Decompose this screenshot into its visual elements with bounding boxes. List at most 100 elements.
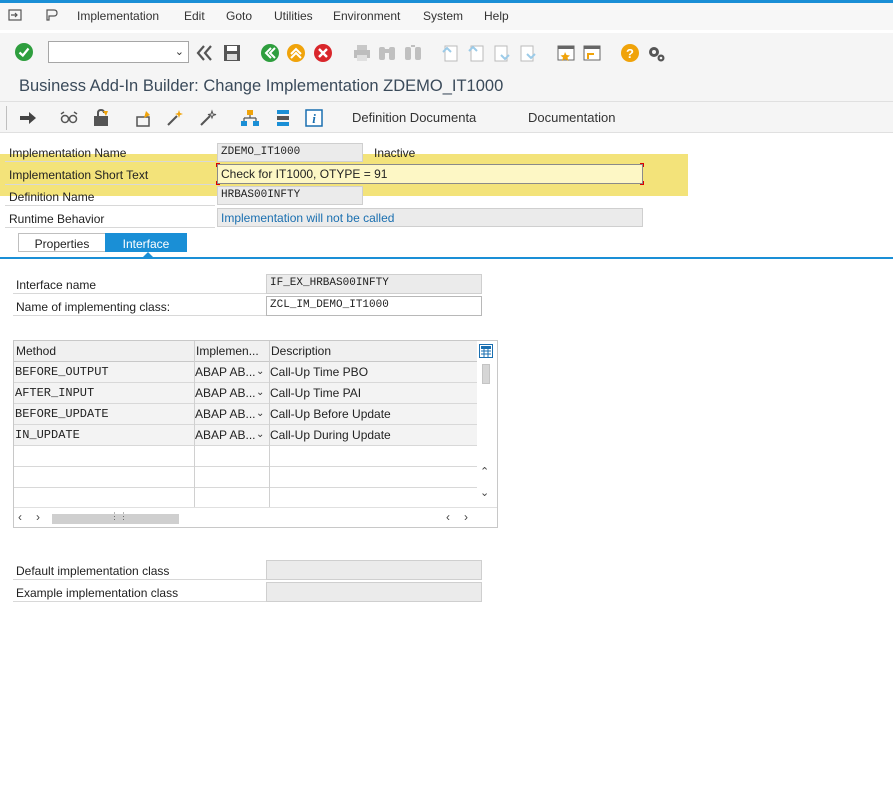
stack-layers-icon[interactable] [273, 108, 293, 128]
tab-interface[interactable]: Interface [105, 233, 187, 252]
tab-underline [0, 257, 893, 259]
table-row[interactable]: AFTER_INPUT [14, 383, 194, 404]
scroll-down-icon[interactable]: ⌄ [480, 486, 489, 499]
hierarchy-icon[interactable] [240, 108, 260, 128]
generate-shortcut-icon[interactable] [582, 43, 602, 63]
svg-text:?: ? [626, 46, 634, 61]
exit-icon[interactable] [286, 43, 306, 63]
last-page-icon[interactable] [518, 43, 538, 63]
impl-type-cell: ABAP AB... [195, 365, 256, 379]
chevron-down-icon[interactable]: ⌄ [256, 429, 264, 440]
cancel-icon[interactable] [313, 43, 333, 63]
column-settings-icon[interactable] [479, 344, 493, 358]
vertical-scrollbar[interactable]: ⌃ ⌄ [479, 362, 497, 507]
description-cell: Call-Up Time PBO [269, 362, 477, 383]
focus-corner [640, 181, 644, 185]
table-row[interactable]: BEFORE_OUTPUT [14, 362, 194, 383]
description-cell: Call-Up Time PAI [269, 383, 477, 404]
documentation-button[interactable]: Documentation [528, 110, 615, 125]
menu-implementation[interactable]: Implementation [77, 9, 159, 23]
column-header-method[interactable]: Method [14, 341, 194, 362]
info-icon[interactable]: i [304, 108, 324, 128]
display-change-glasses-icon[interactable] [59, 108, 79, 128]
def-name-label: Definition Name [9, 190, 95, 204]
tab-strip: Properties Interface [0, 233, 893, 259]
other-object-arrow-icon[interactable] [18, 108, 38, 128]
scroll-left-icon[interactable]: ‹ [446, 510, 450, 524]
scroll-right-icon[interactable]: › [464, 510, 468, 524]
column-header-implementation[interactable]: Implemen... [194, 341, 269, 362]
first-page-icon[interactable] [440, 43, 460, 63]
chevron-down-icon[interactable]: ⌄ [256, 366, 264, 377]
help-icon[interactable]: ? [620, 43, 640, 63]
menu-utilities[interactable]: Utilities [274, 9, 313, 23]
scroll-left-icon[interactable]: ‹ [18, 510, 22, 524]
focus-corner [216, 163, 220, 167]
chevron-down-icon[interactable]: ⌄ [256, 387, 264, 398]
enter-check-icon[interactable] [14, 42, 34, 62]
empty-row[interactable] [14, 467, 477, 488]
impl-type-cell: ABAP AB... [195, 428, 256, 442]
svg-text:i: i [312, 111, 316, 126]
definition-documentation-button[interactable]: Definition Documenta [352, 110, 476, 125]
description-cell: Call-Up During Update [269, 425, 477, 446]
menu-environment[interactable]: Environment [333, 9, 400, 23]
previous-page-icon[interactable] [466, 43, 486, 63]
scroll-right-icon[interactable]: › [36, 510, 40, 524]
tab-properties[interactable]: Properties [18, 233, 106, 252]
column-header-method-label: Method [16, 344, 57, 358]
runtime-field: Implementation will not be called [217, 208, 643, 227]
impl-class-input[interactable]: ZCL_IM_DEMO_IT1000 [266, 296, 482, 316]
method-cell: BEFORE_UPDATE [15, 407, 109, 421]
chevron-down-icon[interactable]: ⌄ [175, 45, 184, 58]
save-icon[interactable] [222, 43, 242, 63]
def-name-value: HRBAS00INFTY [221, 189, 301, 201]
active-tab-pointer [142, 252, 154, 258]
column-divider [269, 341, 270, 507]
menu-edit[interactable]: Edit [184, 9, 205, 23]
check-icon[interactable] [134, 108, 154, 128]
vertical-scroll-thumb[interactable] [482, 364, 490, 384]
menu-exit-icon[interactable] [8, 9, 22, 21]
empty-row[interactable] [14, 488, 477, 509]
menu-system[interactable]: System [423, 9, 463, 23]
column-divider [194, 341, 195, 507]
settings-gear-icon[interactable] [646, 43, 666, 63]
double-chevron-left-icon[interactable] [195, 43, 215, 63]
column-header-description[interactable]: Description [269, 341, 477, 362]
impl-name-value: ZDEMO_IT1000 [221, 146, 301, 158]
activate-icon[interactable] [91, 108, 111, 128]
column-header-implementation-label: Implemen... [196, 344, 259, 358]
description-text: Call-Up Time PBO [270, 365, 369, 379]
table-row[interactable]: IN_UPDATE [14, 425, 194, 446]
back-icon[interactable] [260, 43, 280, 63]
menu-goto[interactable]: Goto [226, 9, 252, 23]
method-cell: IN_UPDATE [15, 428, 80, 442]
impl-class-label: Name of implementing class: [16, 300, 171, 314]
table-row[interactable]: BEFORE_UPDATE [14, 404, 194, 425]
menu-bar: Implementation Edit Goto Utilities Envir… [0, 3, 893, 30]
print-icon[interactable] [352, 43, 372, 63]
def-name-field: HRBAS00INFTY [217, 186, 363, 205]
wizard-icon[interactable] [198, 108, 218, 128]
empty-row[interactable] [14, 446, 477, 467]
customize-layout-icon[interactable] [45, 9, 59, 21]
next-page-icon[interactable] [492, 43, 512, 63]
default-class-label: Default implementation class [16, 564, 170, 578]
description-text: Call-Up During Update [270, 428, 391, 442]
horizontal-scroll-thumb[interactable]: ⋮⋮ [52, 511, 179, 524]
menu-help[interactable]: Help [484, 9, 509, 23]
column-header-description-label: Description [271, 344, 332, 358]
horizontal-scrollbar[interactable]: ‹ › ⋮⋮ ‹ › [14, 507, 497, 527]
method-cell: BEFORE_OUTPUT [15, 365, 109, 379]
magic-wand-icon[interactable] [165, 108, 185, 128]
tab-properties-label: Properties [34, 237, 90, 251]
find-next-icon[interactable] [403, 43, 423, 63]
create-session-icon[interactable] [556, 43, 576, 63]
short-text-input[interactable]: Check for IT1000, OTYPE = 91 [217, 164, 643, 184]
find-icon[interactable] [377, 43, 397, 63]
description-text: Call-Up Time PAI [270, 386, 362, 400]
scroll-up-icon[interactable]: ⌃ [480, 465, 489, 478]
chevron-down-icon[interactable]: ⌄ [256, 408, 264, 419]
command-field[interactable]: ⌄ [48, 41, 189, 63]
